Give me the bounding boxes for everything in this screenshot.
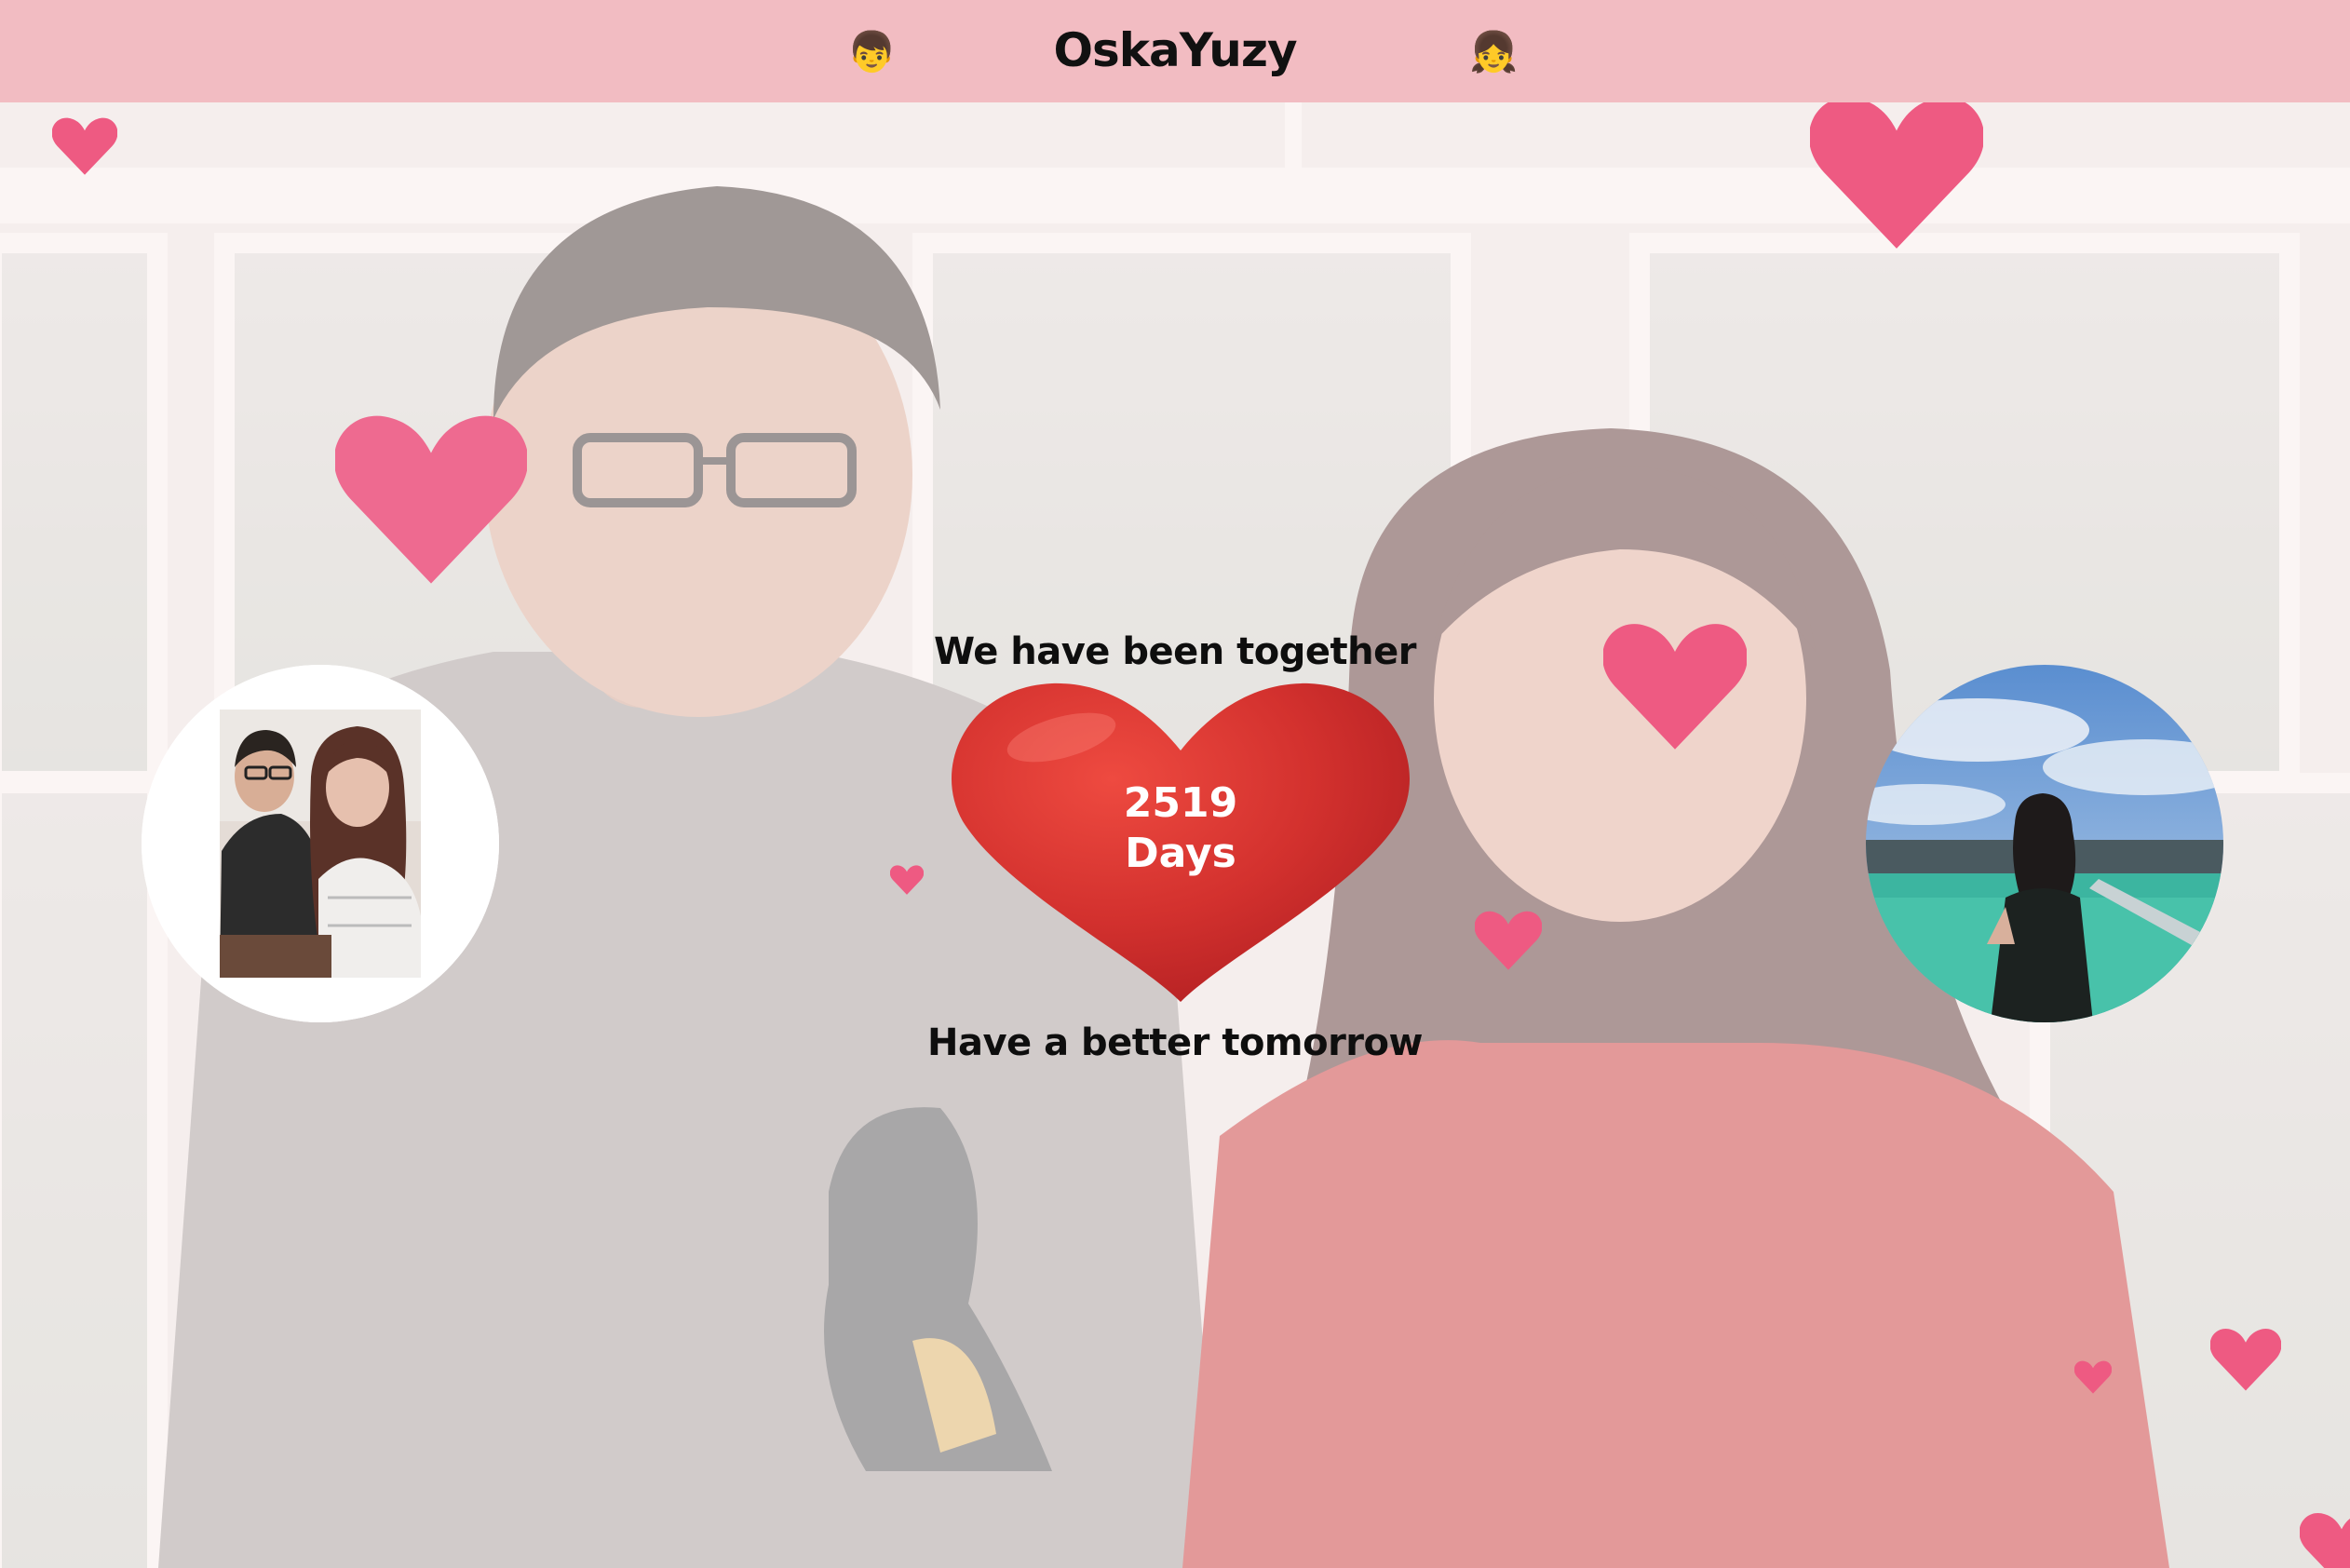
together-heading: We have been together [934, 630, 1416, 673]
tomorrow-message: Have a better tomorrow [927, 1021, 1423, 1064]
days-unit: Days [1125, 830, 1236, 877]
floating-heart-icon [335, 410, 527, 588]
seaside-avatar[interactable] [1866, 665, 2223, 1022]
floating-heart-icon [2210, 1326, 2281, 1393]
page-title: OskaYuzy [1053, 23, 1297, 77]
couple-avatar[interactable] [142, 665, 499, 1022]
floating-heart-icon [1810, 89, 1983, 255]
floating-heart-icon [52, 115, 117, 177]
floating-heart-icon [890, 864, 924, 896]
days-value: 2519 [1123, 779, 1238, 827]
floating-heart-icon [2300, 1510, 2350, 1568]
app-header: 👦 OskaYuzy 👧 [0, 0, 2350, 102]
days-counter: 2519 Days [950, 778, 1411, 879]
girl-emoji-icon: 👧 [1469, 29, 1519, 74]
love-counter-page: 👦 OskaYuzy 👧 We have been together 2519 … [0, 0, 2350, 1568]
floating-heart-icon [2074, 1359, 2112, 1395]
floating-heart-icon [1475, 909, 1542, 972]
